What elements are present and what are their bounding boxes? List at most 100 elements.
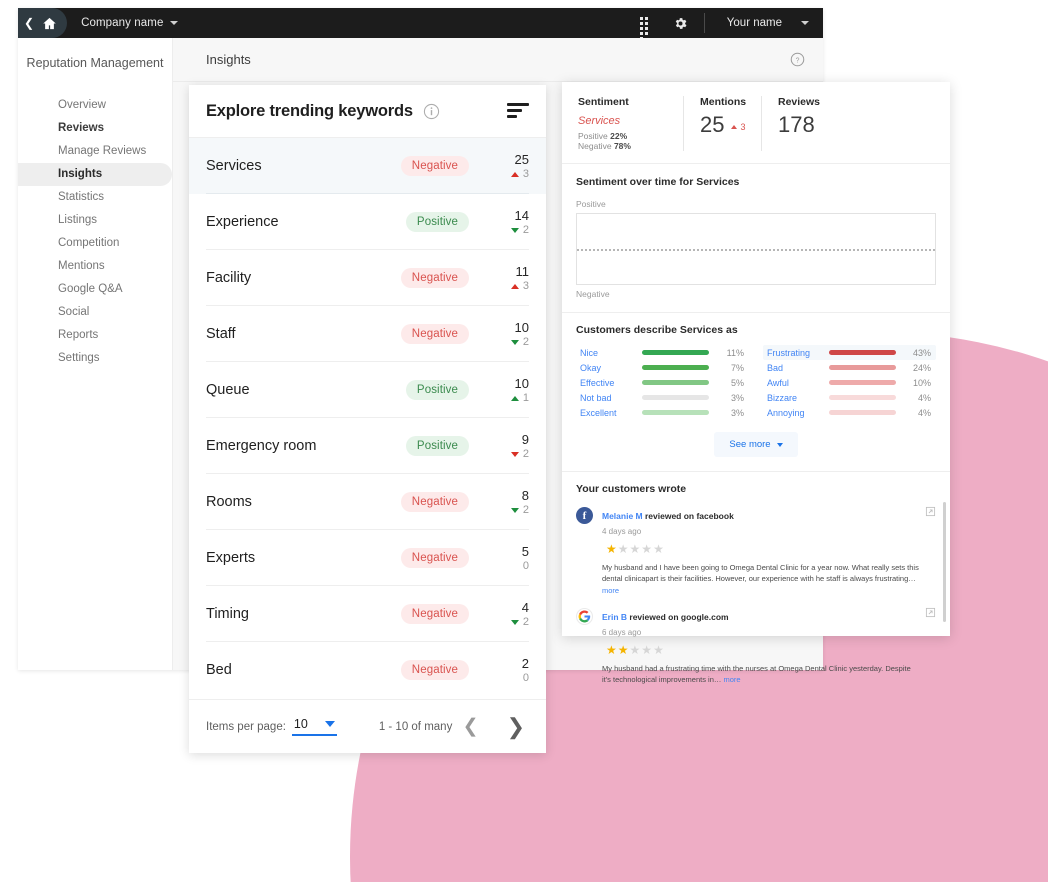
- star-filled-icon: ★: [617, 642, 629, 657]
- describe-wrap: Customers describe Services as Nice 11% …: [562, 313, 950, 471]
- items-per-page-select[interactable]: 10: [291, 717, 337, 736]
- summary-section: Sentiment Services Positive 22% Negative…: [562, 82, 950, 164]
- reviews-scrollbar[interactable]: [943, 502, 946, 622]
- list-item[interactable]: Frustrating 43%: [763, 345, 936, 360]
- pagination-range: 1 - 10 of many: [378, 720, 453, 733]
- descriptor-value: 10%: [912, 377, 931, 388]
- status-badge: Positive: [405, 380, 469, 400]
- keyword-delta-value: 2: [522, 503, 529, 516]
- status-badge: Positive: [405, 212, 469, 232]
- keyword-count: 14: [514, 207, 529, 223]
- review-author[interactable]: Erin B: [602, 612, 627, 622]
- list-item[interactable]: Bad 24%: [763, 360, 936, 375]
- keyword-count: 25: [514, 151, 529, 167]
- see-more-button[interactable]: See more: [714, 432, 798, 457]
- review-more-link[interactable]: more: [602, 586, 619, 595]
- user-chevron-down-icon[interactable]: [801, 21, 809, 25]
- list-item[interactable]: Excellent 3%: [576, 405, 749, 420]
- sidebar-item-manage-reviews[interactable]: Manage Reviews: [18, 140, 172, 163]
- table-row[interactable]: Experts Negative 5 0: [189, 530, 546, 586]
- describe-section: Customers describe Services as Nice 11% …: [562, 313, 950, 472]
- sidebar-item-overview[interactable]: Overview: [18, 94, 172, 117]
- trend-down-icon: [510, 507, 519, 513]
- table-row[interactable]: Bed Negative 2 0: [189, 642, 546, 698]
- home-icon[interactable]: [42, 16, 57, 31]
- table-row[interactable]: Emergency room Positive 9 2: [189, 418, 546, 474]
- list-item[interactable]: f Melanie M reviewed on facebook 4 days …: [576, 506, 936, 596]
- previous-page-button[interactable]: ❮: [463, 717, 479, 736]
- keyword-count: 4: [521, 599, 529, 615]
- gear-icon[interactable]: [673, 16, 688, 31]
- chevron-left-icon[interactable]: ❮: [24, 17, 34, 29]
- table-row[interactable]: Staff Negative 10 2: [189, 306, 546, 362]
- sidebar-item-google-qa[interactable]: Google Q&A: [18, 278, 172, 301]
- keyword-name: Emergency room: [206, 438, 317, 454]
- topbar-divider: [703, 13, 705, 33]
- table-row[interactable]: Experience Positive 14 2: [189, 194, 546, 250]
- review-body: Melanie M reviewed on facebook 4 days ag…: [602, 506, 919, 596]
- keyword-delta: 3: [510, 280, 529, 292]
- keyword-name: Bed: [206, 662, 232, 678]
- descriptor-label: Effective: [580, 377, 615, 388]
- review-author[interactable]: Melanie M: [602, 511, 643, 521]
- table-row[interactable]: Queue Positive 10 1: [189, 362, 546, 418]
- list-item[interactable]: Not bad 3%: [576, 390, 749, 405]
- list-item[interactable]: Nice 11%: [576, 345, 749, 360]
- keyword-stats: 4 2: [487, 601, 529, 628]
- list-item[interactable]: Effective 5%: [576, 375, 749, 390]
- sentiment-over-time-section: Sentiment over time for Services Positiv…: [562, 164, 950, 313]
- keyword-count: 11: [515, 263, 530, 279]
- sidebar-item-social[interactable]: Social: [18, 301, 172, 324]
- keyword-delta: 1: [510, 392, 529, 404]
- keyword-name: Timing: [206, 606, 249, 622]
- descriptor-label: Frustrating: [767, 347, 811, 358]
- list-item[interactable]: Awful 10%: [763, 375, 936, 390]
- list-item[interactable]: Erin B reviewed on google.com 6 days ago…: [576, 607, 936, 686]
- sentiment-breakdown: Positive 22% Negative 78%: [578, 131, 667, 151]
- facebook-icon: f: [576, 507, 593, 524]
- descriptor-value: 11%: [726, 347, 744, 358]
- external-link-icon[interactable]: [925, 506, 936, 517]
- trend-flat-icon: [510, 676, 519, 681]
- keyword-stats: 2 0: [487, 657, 529, 684]
- keyword-stats: 11 3: [487, 265, 529, 292]
- company-chevron-down-icon[interactable]: [170, 21, 179, 25]
- sidebar-item-competition[interactable]: Competition: [18, 232, 172, 255]
- sidebar-item-statistics[interactable]: Statistics: [18, 186, 172, 209]
- sidebar-item-reports[interactable]: Reports: [18, 324, 172, 347]
- svg-text:?: ?: [796, 57, 800, 64]
- apps-grid-icon[interactable]: [639, 16, 653, 40]
- descriptor-label: Nice: [580, 347, 599, 358]
- list-item[interactable]: Bizzare 4%: [763, 390, 936, 405]
- table-row[interactable]: Services Negative 25 3: [189, 138, 546, 194]
- topbar-home-group[interactable]: ❮: [18, 8, 68, 38]
- mentions-value-row: 25 3: [700, 108, 746, 138]
- table-row[interactable]: Facility Negative 11 3: [189, 250, 546, 306]
- customer-reviews-title: Your customers wrote: [576, 483, 687, 495]
- sidebar-item-insights[interactable]: Insights: [18, 163, 172, 186]
- sidebar-item-reviews[interactable]: Reviews: [18, 117, 172, 140]
- review-more-link[interactable]: more: [724, 675, 741, 684]
- sidebar-item-listings[interactable]: Listings: [18, 209, 172, 232]
- table-row[interactable]: Timing Negative 4 2: [189, 586, 546, 642]
- sort-lines-icon[interactable]: [507, 103, 529, 119]
- describe-positive-column: Nice 11% Okay 7% Effective 5% Not bad 3%…: [576, 345, 749, 420]
- sidebar-item-settings[interactable]: Settings: [18, 347, 172, 370]
- pager-controls: ❮ ❯: [463, 715, 529, 738]
- keyword-delta: 2: [510, 336, 529, 348]
- table-row[interactable]: Rooms Negative 8 2: [189, 474, 546, 530]
- sidebar-item-mentions[interactable]: Mentions: [18, 255, 172, 278]
- review-timestamp: 4 days ago: [602, 527, 642, 536]
- list-item[interactable]: Okay 7%: [576, 360, 749, 375]
- customer-reviews-section: Your customers wrote f Melanie M reviewe…: [562, 472, 950, 684]
- info-circle-icon[interactable]: [423, 103, 440, 120]
- keyword-stats: 25 3: [487, 153, 529, 180]
- list-item[interactable]: Annoying 4%: [763, 405, 936, 420]
- external-link-icon[interactable]: [925, 607, 936, 618]
- review-header: Erin B reviewed on google.com: [602, 612, 729, 622]
- sidebar: Reputation Management Overview Reviews M…: [18, 38, 173, 670]
- help-circle-icon[interactable]: ?: [790, 52, 805, 67]
- chart-zero-line: [577, 249, 935, 251]
- summary-row: Sentiment Services Positive 22% Negative…: [562, 82, 950, 163]
- next-page-button[interactable]: ❯: [507, 715, 525, 738]
